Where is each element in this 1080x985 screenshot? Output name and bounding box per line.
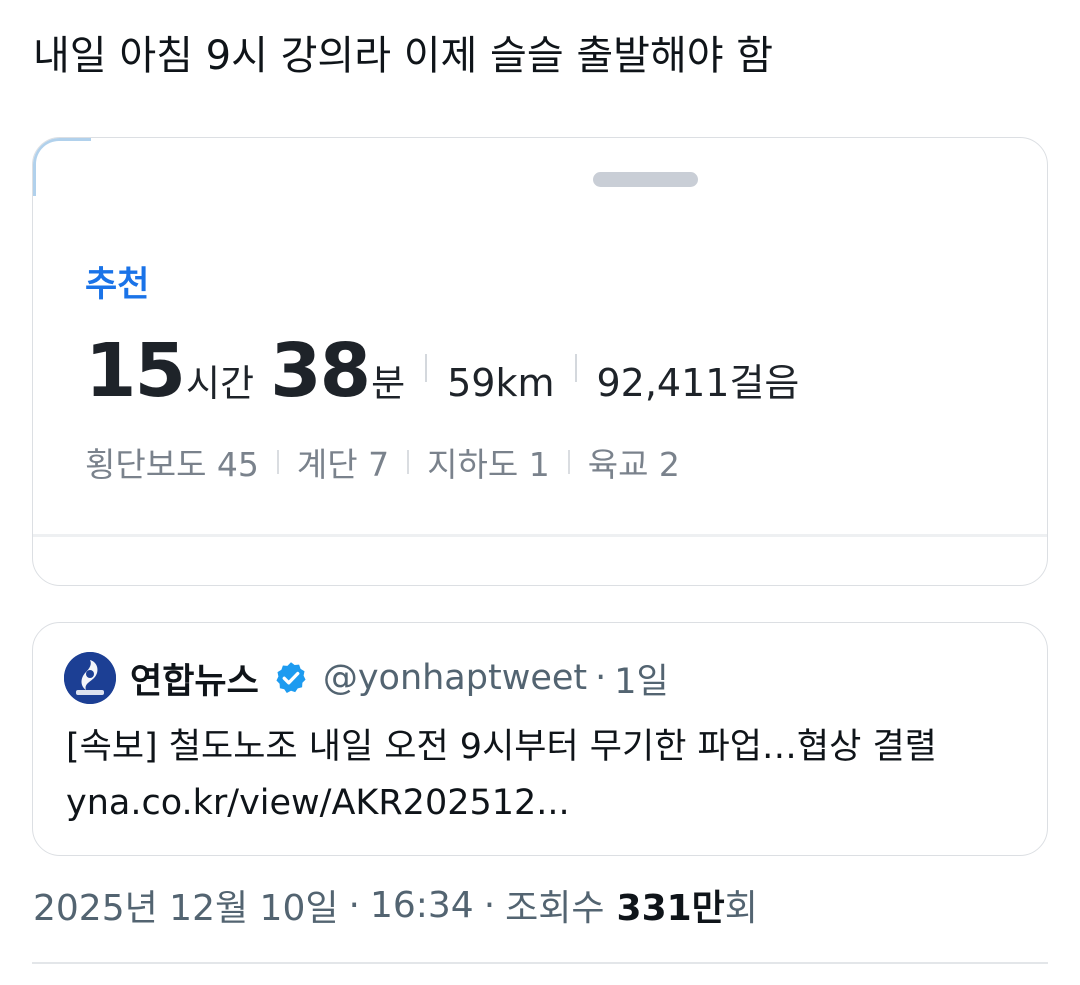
route-card-image[interactable]: 추천 15 시간 38 분 59km 92,411걸음 횡단보도 45 계단 7… <box>32 137 1048 586</box>
facility-overpass: 육교 2 <box>587 445 680 484</box>
route-hours-unit: 시간 <box>185 362 255 405</box>
divider <box>574 354 577 382</box>
divider <box>425 354 428 382</box>
yonhap-logo-icon <box>64 652 116 704</box>
tweet-date[interactable]: 2025년 12월 10일 <box>33 879 338 931</box>
quote-author-name[interactable]: 연합뉴스 <box>130 653 259 704</box>
avatar[interactable] <box>64 652 116 704</box>
tweet-text: 내일 아침 9시 강의라 이제 슬슬 출발해야 함 <box>33 33 774 79</box>
card-corner-highlight <box>33 138 91 196</box>
route-recommend-label: 추천 <box>85 265 150 305</box>
card-divider <box>33 534 1047 537</box>
quote-body: [속보] 철도노조 내일 오전 9시부터 무기한 파업…협상 결렬 yna.co… <box>66 719 937 831</box>
divider <box>276 450 279 474</box>
drag-handle <box>593 172 698 187</box>
tweet-time[interactable]: 16:34 <box>370 885 474 926</box>
route-minutes-unit: 분 <box>371 362 406 405</box>
quote-tweet-card[interactable]: 연합뉴스 @yonhaptweet · 1일 [속보] 철도노조 내일 오전 9… <box>32 622 1048 856</box>
views-label: 조회수 <box>505 888 605 929</box>
verified-badge-icon <box>276 662 306 693</box>
divider <box>567 450 570 474</box>
separator-dot: · <box>348 884 360 926</box>
views-count: 331만 <box>616 888 725 929</box>
route-hours: 15 <box>85 328 186 414</box>
facility-stairs: 계단 7 <box>296 445 390 484</box>
divider <box>407 450 410 474</box>
route-minutes: 38 <box>270 328 371 414</box>
quote-text: [속보] 철도노조 내일 오전 9시부터 무기한 파업…협상 결렬 <box>66 727 937 767</box>
tweet-meta: 2025년 12월 10일 · 16:34 · 조회수 331만 회 <box>33 877 758 933</box>
quote-header: 연합뉴스 @yonhaptweet · 1일 <box>64 650 669 706</box>
facility-underpass: 지하도 1 <box>427 445 550 484</box>
route-facilities: 횡단보도 45 계단 7 지하도 1 육교 2 <box>85 438 680 486</box>
facility-crosswalk: 횡단보도 45 <box>85 445 259 484</box>
quote-timestamp[interactable]: 1일 <box>614 653 668 704</box>
separator-dot: · <box>595 658 607 698</box>
divider <box>32 962 1048 964</box>
separator-dot: · <box>483 884 496 926</box>
route-distance: 59km <box>447 361 555 405</box>
quote-link[interactable]: yna.co.kr/view/AKR202512... <box>66 775 937 831</box>
views-unit: 회 <box>724 888 758 929</box>
route-summary: 15 시간 38 분 59km 92,411걸음 <box>85 328 800 414</box>
route-steps: 92,411걸음 <box>596 361 800 405</box>
quote-author-handle[interactable]: @yonhaptweet <box>323 658 587 698</box>
